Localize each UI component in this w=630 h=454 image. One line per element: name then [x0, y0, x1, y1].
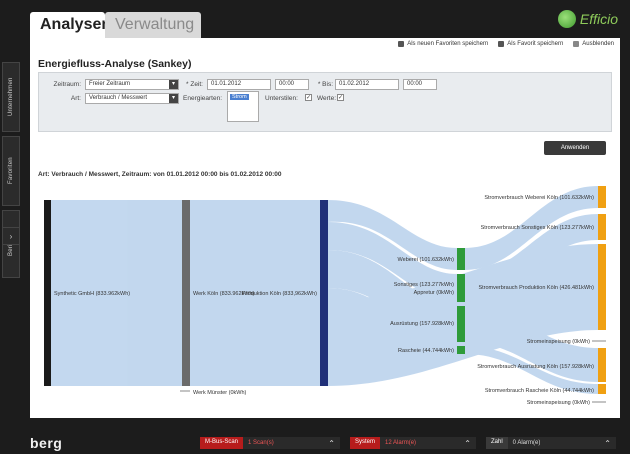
tab-verwaltung[interactable]: Verwaltung — [105, 12, 201, 38]
status-system[interactable]: System 12 Alarm(e) ⌃ — [350, 437, 476, 449]
art-label: Art: — [70, 95, 81, 102]
zeitraum-label: Zeitraum: — [53, 81, 81, 88]
label-appretur: Appretur (0kWh) — [414, 290, 455, 296]
status-system-value: 12 Alarm(e) — [385, 440, 417, 446]
zeit-label: * Zeit: — [186, 81, 203, 88]
chevron-up-icon: ⌃ — [604, 438, 611, 448]
node-strom-weberei[interactable] — [598, 186, 606, 208]
label-synthetic: Synthetic GmbH (833.962kWh) — [54, 291, 130, 297]
apply-button[interactable]: Anwenden — [544, 141, 606, 155]
node-ausruestung[interactable] — [457, 306, 465, 342]
side-tab-strip: Unternehmen Favoriten Berichte — [0, 52, 22, 278]
label-strom-sonstiges: Stromverbrauch Sonstiges Köln (123.277kW… — [481, 225, 595, 231]
label-einspeisung-1: Stromeinspeisung (0kWh) — [527, 339, 590, 345]
label-werk-muenster: Werk Münster (0kWh) — [193, 390, 247, 396]
star-icon — [398, 41, 405, 47]
analysis-subtitle: Art: Verbrauch / Messwert, Zeitraum: von… — [38, 171, 282, 178]
node-synthetic[interactable] — [44, 200, 51, 386]
save-new-favorite-button[interactable]: Als neuen Favoriten speichern — [398, 41, 488, 47]
bis-time-value: 00:00 — [407, 81, 423, 87]
zeit-date-input[interactable]: 01.01.2012 — [207, 79, 271, 90]
side-tab-unternehmen[interactable]: Unternehmen — [2, 62, 20, 132]
label-strom-produktion: Stromverbrauch Produktion Köln (426.481k… — [478, 285, 594, 291]
node-strom-rascheie[interactable] — [598, 384, 606, 394]
star-icon — [498, 41, 505, 47]
hide-label: Ausblenden — [582, 41, 614, 47]
label-weberei: Weberei (101.632kWh) — [398, 257, 455, 263]
label-produktion-koeln: Produktion Köln (833,962kWh) — [242, 291, 317, 297]
chevron-down-icon: ▾ — [169, 94, 178, 103]
main-panel: Als neuen Favoriten speichern Als Favori… — [30, 38, 620, 418]
hide-button[interactable]: Ausblenden — [573, 41, 614, 47]
status-mbus-value-wrap: 1 Scan(s) ⌃ — [243, 437, 340, 449]
filter-panel: Zeitraum: Freier Zeitraum ▾ * Zeit: 01.0… — [38, 72, 612, 132]
status-system-value-wrap: 12 Alarm(e) ⌃ — [380, 437, 476, 449]
zeitraum-value: Freier Zeitraum — [89, 81, 131, 87]
zeit-time-value: 00:00 — [279, 81, 295, 87]
label-strom-ausruestung: Stromverbrauch Ausrüstung Köln (157.928k… — [477, 364, 594, 370]
status-zahl[interactable]: Zahl 0 Alarm(e) ⌃ — [486, 437, 616, 449]
bis-date-value: 01.02.2012 — [339, 81, 370, 87]
node-strom-sonstiges[interactable] — [598, 214, 606, 240]
status-zahl-key: Zahl — [486, 437, 508, 449]
status-zahl-value-wrap: 0 Alarm(e) ⌃ — [507, 437, 616, 449]
energiearten-option-selected[interactable]: Strom — [230, 94, 249, 100]
side-collapse-icon[interactable]: › — [2, 227, 20, 245]
node-produktion-koeln[interactable] — [320, 200, 328, 386]
status-mbus-key: M-Bus-Scan — [200, 437, 244, 449]
art-value: Verbrauch / Messwert — [89, 95, 148, 101]
label-sonstiges: Sonstiges (123.277kWh) — [394, 282, 454, 288]
node-werk-koeln[interactable] — [182, 200, 190, 386]
save-favorite-button[interactable]: Als Favorit speichern — [498, 41, 563, 47]
bottom-bar: berg M-Bus-Scan 1 Scan(s) ⌃ System 12 Al… — [0, 432, 630, 454]
tab-analysen[interactable]: Analysen — [30, 12, 111, 38]
brand-logo: berg — [30, 435, 63, 451]
page-title: Energiefluss-Analyse (Sankey) — [38, 58, 192, 70]
status-zahl-value: 0 Alarm(e) — [512, 440, 541, 446]
bis-date-input[interactable]: 01.02.2012 — [335, 79, 399, 90]
zeit-time-input[interactable]: 00:00 — [275, 79, 309, 90]
toolbar: Als neuen Favoriten speichern Als Favori… — [398, 41, 614, 47]
status-mbus-value: 1 Scan(s) — [248, 440, 274, 446]
chevron-up-icon: ⌃ — [328, 438, 335, 448]
unterstilen-checkbox[interactable]: ✓ — [305, 94, 312, 101]
side-tab-favoriten[interactable]: Favoriten — [2, 136, 20, 206]
unterstilen-label: Unterstilen: — [265, 95, 298, 102]
save-favorite-label: Als Favorit speichern — [507, 41, 564, 47]
node-strom-produktion[interactable] — [598, 244, 606, 330]
werte-label: Werte: — [317, 95, 337, 102]
logo: Efficio — [557, 10, 618, 28]
label-strom-weberei: Stromverbrauch Weberei Köln (101.632kWh) — [484, 195, 594, 201]
bis-label: * Bis: — [317, 81, 333, 88]
sankey-diagram: Synthetic GmbH (833.962kWh) Werk Köln (8… — [44, 186, 606, 406]
label-rascheie: Rascheie (44.744kWh) — [398, 348, 454, 354]
save-new-favorite-label: Als neuen Favoriten speichern — [407, 41, 489, 47]
werte-checkbox[interactable]: ✓ — [337, 94, 344, 101]
label-ausruestung: Ausrüstung (157.928kWh) — [390, 321, 454, 327]
node-sonstiges[interactable] — [457, 274, 465, 302]
node-weberei[interactable] — [457, 248, 465, 270]
label-einspeisung-2: Stromeinspeisung (0kWh) — [527, 400, 590, 406]
label-strom-rascheie: Stromverbrauch Rascheie Köln (44.744kWh) — [485, 388, 594, 394]
chevron-up-icon: ⌃ — [464, 438, 471, 448]
chevron-down-icon: ▾ — [169, 80, 178, 89]
status-system-key: System — [350, 437, 381, 449]
node-strom-ausruestung[interactable] — [598, 348, 606, 382]
art-select[interactable]: Verbrauch / Messwert ▾ — [85, 93, 179, 104]
bis-time-input[interactable]: 00:00 — [403, 79, 437, 90]
energiearten-listbox[interactable]: Strom — [227, 91, 259, 122]
hide-icon — [573, 41, 580, 47]
energiearten-label: Energiearten: — [183, 95, 223, 102]
node-rascheie[interactable] — [457, 346, 465, 354]
zeitraum-select[interactable]: Freier Zeitraum ▾ — [85, 79, 179, 90]
status-mbus[interactable]: M-Bus-Scan 1 Scan(s) ⌃ — [200, 437, 340, 449]
efficio-logo-icon — [557, 10, 576, 28]
logo-text: Efficio — [579, 11, 618, 27]
zeit-date-value: 01.01.2012 — [211, 81, 242, 87]
